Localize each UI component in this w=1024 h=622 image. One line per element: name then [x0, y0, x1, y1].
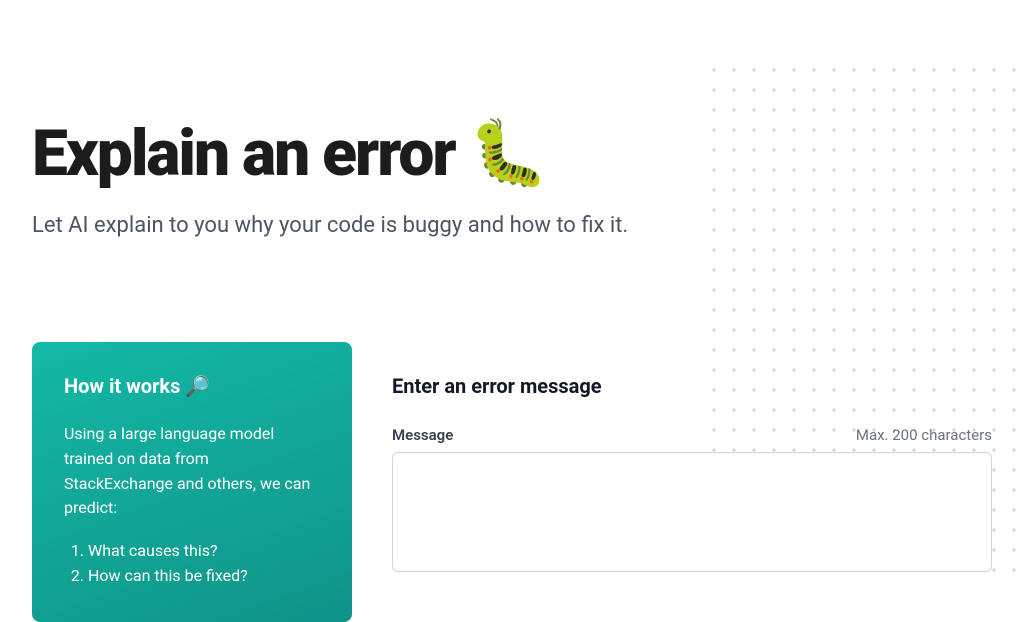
hero-section: Explain an error 🐛 Let AI explain to you…	[32, 0, 992, 242]
message-hint: Max. 200 characters	[856, 426, 992, 444]
how-it-works-card: How it works 🔎 Using a large language mo…	[32, 342, 352, 622]
message-label: Message	[392, 426, 453, 444]
form-section: Enter an error message Message Max. 200 …	[392, 342, 992, 576]
card-list: What causes this? How can this be fixed?	[64, 539, 320, 589]
form-title: Enter an error message	[392, 374, 992, 398]
page-subtitle: Let AI explain to you why your code is b…	[32, 211, 992, 242]
page-title: Explain an error 🐛	[32, 120, 992, 187]
list-item: What causes this?	[88, 539, 320, 564]
card-title: How it works 🔎	[64, 374, 320, 398]
card-body: Using a large language model trained on …	[64, 422, 320, 521]
list-item: How can this be fixed?	[88, 564, 320, 589]
message-input[interactable]	[392, 452, 992, 572]
